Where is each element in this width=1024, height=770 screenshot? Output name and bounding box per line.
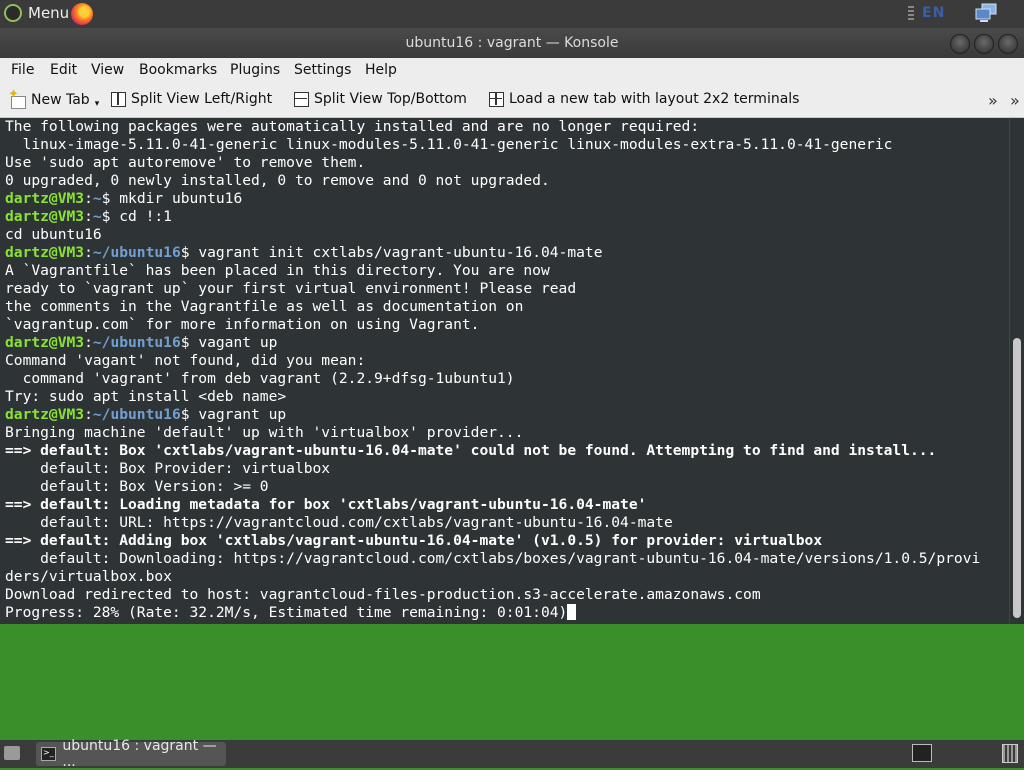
mint-logo-icon (4, 4, 22, 22)
terminal-line: Progress: 28% (Rate: 32.2M/s, Estimated … (5, 604, 1009, 622)
split-left-right-button[interactable]: Split View Left/Right (111, 91, 272, 107)
terminal-line: dartz@VM3:~/ubuntu16$ vagrant init cxtla… (5, 244, 603, 261)
panel-drag-handle[interactable] (908, 6, 914, 22)
layout-2x2-button[interactable]: Load a new tab with layout 2x2 terminals (489, 91, 799, 107)
terminal-line: linux-image-5.11.0-41-generic linux-modu… (5, 136, 893, 153)
terminal-line: Use 'sudo apt autoremove' to remove them… (5, 154, 366, 171)
terminal-tray-icon[interactable] (912, 744, 932, 762)
terminal-line: dartz@VM3:~/ubuntu16$ vagant up (5, 334, 278, 351)
taskbar-konsole-button[interactable]: >_ ubuntu16 : vagrant — ... (36, 738, 226, 770)
terminal-line: default: Box Provider: virtualbox (5, 460, 331, 477)
toolbar: New Tab ▾ Split View Left/Right Split Vi… (0, 85, 1024, 118)
network-icon[interactable] (974, 3, 998, 23)
taskbar-konsole-label: ubuntu16 : vagrant — ... (62, 738, 217, 770)
split-vertical-icon (294, 91, 309, 107)
menu-file[interactable]: File (11, 62, 34, 78)
top-panel: Menu EN (0, 0, 1024, 28)
terminal-line: Bringing machine 'default' up with 'virt… (5, 424, 524, 441)
terminal-line: ==> default: Box 'cxtlabs/vagrant-ubuntu… (5, 442, 937, 459)
terminal-line: default: Downloading: https://vagrantclo… (5, 550, 981, 567)
split-top-bottom-button[interactable]: Split View Top/Bottom (294, 91, 467, 107)
layout-2x2-label: Load a new tab with layout 2x2 terminals (509, 91, 800, 107)
terminal-line: command 'vagrant' from deb vagrant (2.2.… (5, 370, 515, 387)
terminal-line: 0 upgraded, 0 newly installed, 0 to remo… (5, 172, 550, 189)
terminal-line: default: URL: https://vagrantcloud.com/c… (5, 514, 673, 531)
terminal-scrollbar[interactable] (1009, 118, 1024, 624)
terminal-line: Command 'vagant' not found, did you mean… (5, 352, 366, 369)
split-top-bottom-label: Split View Top/Bottom (314, 91, 467, 107)
bottom-panel: >_ ubuntu16 : vagrant — ... (0, 738, 1024, 770)
menu-bar: File Edit View Bookmarks Plugins Setting… (0, 58, 1024, 86)
new-tab-icon (8, 87, 26, 109)
terminal-line: ==> default: Adding box 'cxtlabs/vagrant… (5, 532, 823, 549)
terminal-cursor (567, 604, 577, 620)
main-menu-button[interactable]: Menu (4, 4, 69, 22)
terminal-line: ders/virtualbox.box (5, 568, 172, 585)
menu-help[interactable]: Help (365, 62, 397, 78)
konsole-window: ubuntu16 : vagrant — Konsole File Edit V… (0, 28, 1024, 624)
maximize-button[interactable] (974, 34, 994, 54)
terminal-line: `vagrantup.com` for more information on … (5, 316, 480, 333)
toolbar-overflow-icon-2[interactable]: » (1010, 91, 1020, 110)
terminal-line: The following packages were automaticall… (5, 118, 700, 135)
terminal-line: cd ubuntu16 (5, 226, 102, 243)
menu-settings[interactable]: Settings (294, 62, 351, 78)
window-titlebar[interactable]: ubuntu16 : vagrant — Konsole (0, 28, 1024, 58)
new-tab-label: New Tab (31, 92, 90, 108)
terminal-line: Download redirected to host: vagrantclou… (5, 586, 761, 603)
split-horizontal-icon (111, 91, 126, 107)
grid-layout-icon (489, 91, 504, 107)
terminal-line: default: Box Version: >= 0 (5, 478, 269, 495)
terminal-line: the comments in the Vagrantfile as well … (5, 298, 524, 315)
dropdown-arrow-icon[interactable]: ▾ (95, 99, 100, 109)
window-title: ubuntu16 : vagrant — Konsole (405, 35, 619, 51)
menu-plugins[interactable]: Plugins (230, 62, 280, 78)
close-button[interactable] (998, 34, 1018, 54)
menu-view[interactable]: View (91, 62, 124, 78)
firefox-icon[interactable] (71, 3, 93, 25)
menu-label: Menu (28, 4, 70, 22)
terminal-output[interactable]: The following packages were automaticall… (0, 118, 1009, 624)
trash-icon[interactable] (1002, 744, 1018, 763)
new-tab-button[interactable]: New Tab ▾ (8, 87, 100, 109)
terminal-line: dartz@VM3:~$ mkdir ubuntu16 (5, 190, 243, 207)
show-desktop-icon[interactable] (4, 746, 20, 760)
toolbar-overflow-icon[interactable]: » (988, 91, 998, 110)
menu-bookmarks[interactable]: Bookmarks (139, 62, 217, 78)
terminal-line: A `Vagrantfile` has been placed in this … (5, 262, 550, 279)
menu-edit[interactable]: Edit (50, 62, 77, 78)
scrollbar-thumb[interactable] (1013, 338, 1021, 618)
terminal-line: dartz@VM3:~$ cd !:1 (5, 208, 172, 225)
split-left-right-label: Split View Left/Right (131, 91, 273, 107)
terminal-line: dartz@VM3:~/ubuntu16$ vagrant up (5, 406, 287, 423)
keyboard-layout-indicator[interactable]: EN (922, 5, 945, 21)
terminal-line: ==> default: Loading metadata for box 'c… (5, 496, 647, 513)
terminal-line: ready to `vagrant up` your first virtual… (5, 280, 577, 297)
terminal-icon: >_ (41, 747, 57, 761)
terminal-line: Try: sudo apt install <deb name> (5, 388, 287, 405)
minimize-button[interactable] (950, 34, 970, 54)
